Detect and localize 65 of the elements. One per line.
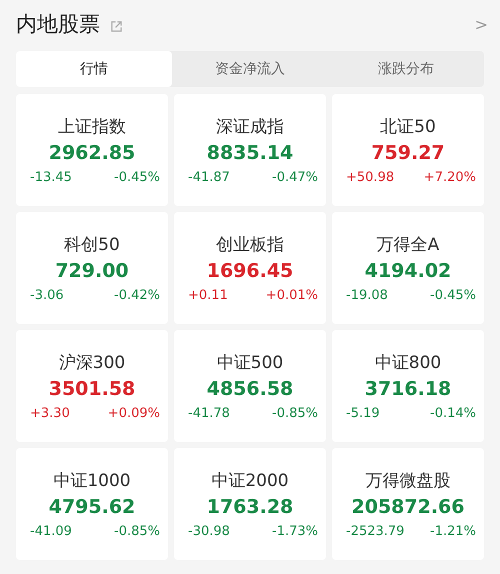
index-value: 4795.62 (48, 496, 136, 518)
index-name: 中证2000 (211, 470, 289, 492)
change-percent: -0.85% (272, 406, 318, 421)
change-value: -41.87 (188, 170, 230, 185)
tab[interactable]: 涨跌分布 (328, 51, 484, 87)
change-value: -3.06 (30, 288, 64, 303)
change-value: +3.30 (30, 406, 70, 421)
change-percent: -1.73% (272, 524, 318, 539)
change-value: -30.98 (188, 524, 230, 539)
change-percent: -0.45% (430, 288, 476, 303)
change-value: -2523.79 (346, 524, 404, 539)
change-percent: +7.20% (424, 170, 476, 185)
index-card[interactable]: 科创50 729.00 -3.06 -0.42% (16, 212, 168, 324)
change-value: +0.11 (188, 288, 228, 303)
index-name: 科创50 (64, 234, 120, 256)
index-card[interactable]: 创业板指 1696.45 +0.11 +0.01% (174, 212, 326, 324)
index-card[interactable]: 中证2000 1763.28 -30.98 -1.73% (174, 448, 326, 560)
index-value: 8835.14 (206, 142, 294, 164)
index-value: 1696.45 (206, 260, 294, 282)
index-value: 4856.58 (206, 378, 294, 400)
index-card[interactable]: 北证50 759.27 +50.98 +7.20% (332, 94, 484, 206)
change-percent: +0.01% (266, 288, 318, 303)
index-name: 中证500 (216, 352, 284, 374)
index-value: 759.27 (371, 142, 445, 164)
index-name: 上证指数 (58, 116, 126, 138)
index-value: 729.00 (55, 260, 129, 282)
section-title: 内地股票 (16, 11, 100, 38)
index-card[interactable]: 万得全A 4194.02 -19.08 -0.45% (332, 212, 484, 324)
index-name: 万得全A (376, 234, 440, 256)
change-percent: +0.09% (108, 406, 160, 421)
index-value: 3501.58 (48, 378, 136, 400)
change-value: -41.78 (188, 406, 230, 421)
change-value: -41.09 (30, 524, 72, 539)
share-icon[interactable] (110, 20, 123, 32)
tab[interactable]: 资金净流入 (172, 51, 328, 87)
tab[interactable]: 行情 (16, 51, 172, 87)
index-value: 2962.85 (48, 142, 136, 164)
index-name: 中证1000 (53, 470, 131, 492)
index-name: 深证成指 (216, 116, 284, 138)
index-value: 3716.18 (364, 378, 452, 400)
index-value: 1763.28 (206, 496, 294, 518)
index-name: 沪深300 (58, 352, 126, 374)
change-value: -19.08 (346, 288, 388, 303)
index-value: 205872.66 (352, 496, 464, 518)
index-name: 创业板指 (216, 234, 284, 256)
index-value: 4194.02 (364, 260, 452, 282)
change-value: +50.98 (346, 170, 394, 185)
index-card[interactable]: 万得微盘股 205872.66 -2523.79 -1.21% (332, 448, 484, 560)
index-name: 中证800 (374, 352, 442, 374)
index-card[interactable]: 中证800 3716.18 -5.19 -0.14% (332, 330, 484, 442)
change-value: -13.45 (30, 170, 72, 185)
change-percent: -1.21% (430, 524, 476, 539)
change-percent: -0.85% (114, 524, 160, 539)
change-percent: -0.47% (272, 170, 318, 185)
index-card[interactable]: 沪深300 3501.58 +3.30 +0.09% (16, 330, 168, 442)
index-card[interactable]: 深证成指 8835.14 -41.87 -0.47% (174, 94, 326, 206)
index-name: 万得微盘股 (366, 470, 450, 492)
index-name: 北证50 (380, 116, 436, 138)
index-card[interactable]: 上证指数 2962.85 -13.45 -0.45% (16, 94, 168, 206)
change-value: -5.19 (346, 406, 380, 421)
change-percent: -0.45% (114, 170, 160, 185)
change-percent: -0.42% (114, 288, 160, 303)
index-card[interactable]: 中证1000 4795.62 -41.09 -0.85% (16, 448, 168, 560)
change-percent: -0.14% (430, 406, 476, 421)
index-card[interactable]: 中证500 4856.58 -41.78 -0.85% (174, 330, 326, 442)
